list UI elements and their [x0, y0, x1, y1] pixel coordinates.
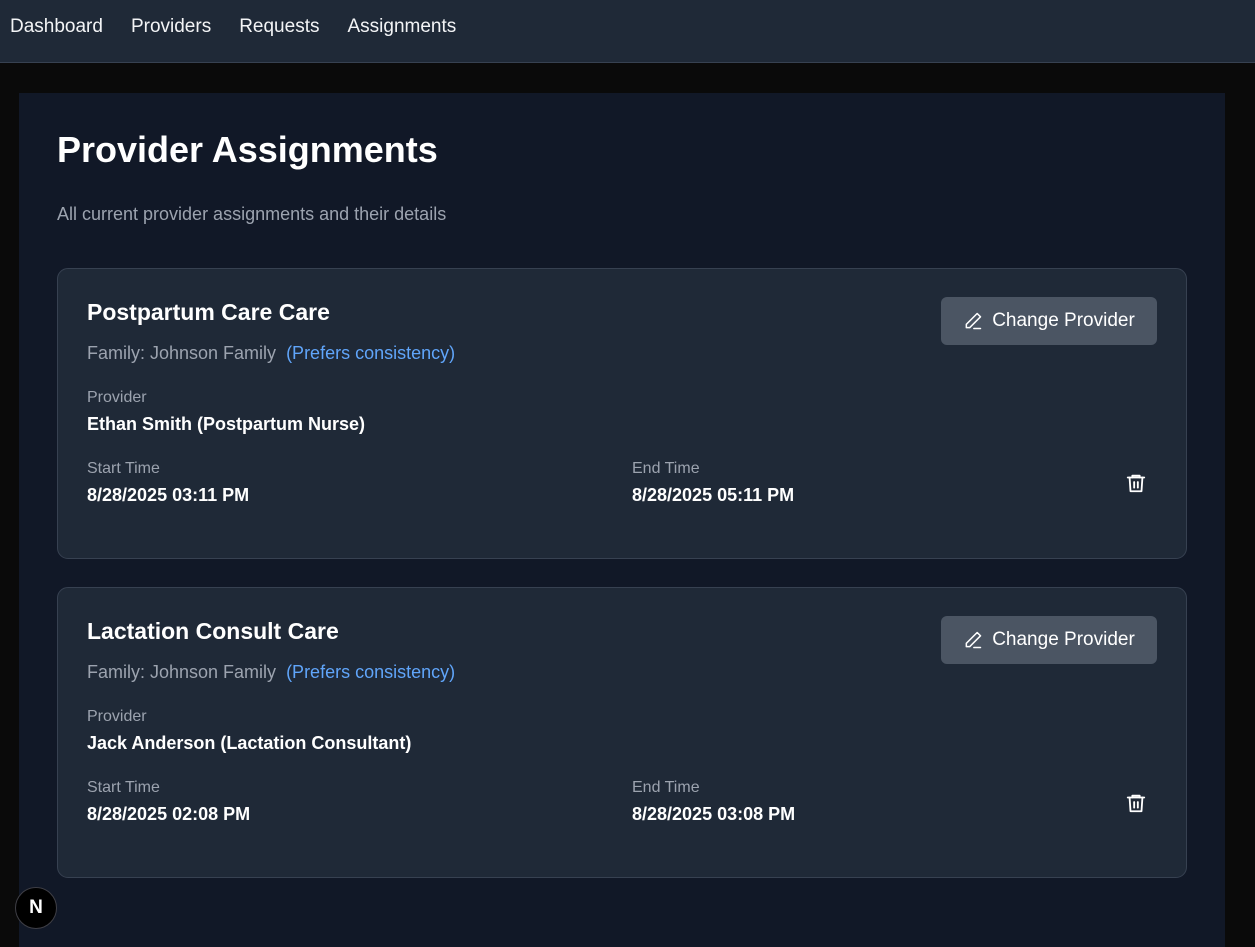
delete-assignment-button[interactable]	[1120, 468, 1152, 500]
badge-letter: N	[29, 897, 43, 918]
pencil-icon	[963, 630, 983, 650]
nav-requests[interactable]: Requests	[239, 16, 319, 38]
nav-assignments[interactable]: Assignments	[347, 16, 456, 38]
page-subtitle: All current provider assignments and the…	[57, 204, 447, 224]
provider-value: Ethan Smith (Postpartum Nurse)	[87, 414, 366, 434]
nav-dashboard[interactable]: Dashboard	[10, 16, 103, 38]
trash-icon	[1125, 472, 1147, 497]
family-name: Family: Johnson Family	[87, 343, 277, 363]
assignment-title: Postpartum Care Care	[87, 299, 330, 325]
pencil-icon	[963, 311, 983, 331]
nav-providers[interactable]: Providers	[131, 16, 211, 38]
provider-label: Provider	[87, 389, 147, 406]
change-provider-label: Change Provider	[992, 629, 1135, 650]
assignment-title: Lactation Consult Care	[87, 618, 339, 644]
family-line: Family: Johnson Family (Prefers consisten…	[87, 343, 455, 364]
start-time-value: 8/28/2025 02:08 PM	[87, 804, 251, 824]
top-nav: Dashboard Providers Requests Assignments	[0, 0, 1255, 63]
provider-value: Jack Anderson (Lactation Consultant)	[87, 733, 412, 753]
end-time-label: End Time	[632, 779, 700, 796]
consistency-tag: (Prefers consistency)	[286, 662, 456, 682]
nextjs-dev-badge[interactable]: N	[15, 887, 57, 929]
consistency-tag: (Prefers consistency)	[286, 343, 456, 363]
assignment-card: Lactation Consult Care Family: Johnson F…	[57, 587, 1187, 878]
end-time-label: End Time	[632, 460, 700, 477]
end-time-value: 8/28/2025 03:08 PM	[632, 804, 796, 824]
family-line: Family: Johnson Family (Prefers consisten…	[87, 662, 455, 683]
start-time-label: Start Time	[87, 460, 160, 477]
change-provider-button[interactable]: Change Provider	[941, 297, 1157, 345]
assignment-card: Postpartum Care Care Family: Johnson Fam…	[57, 268, 1187, 559]
page-title: Provider Assignments	[57, 129, 438, 170]
change-provider-button[interactable]: Change Provider	[941, 616, 1157, 664]
start-time-value: 8/28/2025 03:11 PM	[87, 485, 250, 505]
delete-assignment-button[interactable]	[1120, 788, 1152, 820]
provider-label: Provider	[87, 708, 147, 725]
start-time-label: Start Time	[87, 779, 160, 796]
end-time-value: 8/28/2025 05:11 PM	[632, 485, 795, 505]
main-panel: Provider Assignments All current provide…	[19, 93, 1225, 947]
change-provider-label: Change Provider	[992, 310, 1135, 331]
trash-icon	[1125, 792, 1147, 817]
family-name: Family: Johnson Family	[87, 662, 277, 682]
